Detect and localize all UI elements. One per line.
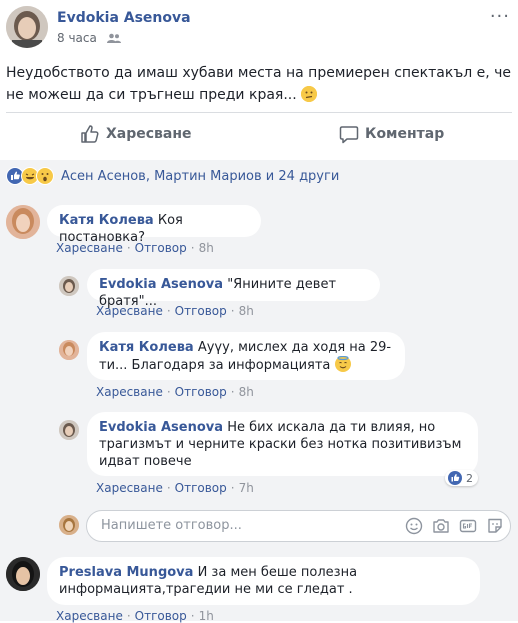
commenter-name[interactable]: Катя Колева xyxy=(59,213,154,228)
commenter-name[interactable]: Preslava Mungova xyxy=(59,565,193,580)
commenter-avatar[interactable] xyxy=(6,557,40,591)
emoji-picker-icon[interactable] xyxy=(405,517,423,535)
sticker-icon[interactable] xyxy=(486,517,504,535)
comment-time[interactable]: 8h xyxy=(199,241,214,255)
comment-bubble: Preslava Mungova И за мен беше полезна и… xyxy=(47,557,480,605)
comment-like-link[interactable]: Харесване xyxy=(56,241,123,255)
reply-bubble: Evdokia Asenova "Янините девет братя"... xyxy=(87,269,380,309)
reply-time[interactable]: 8h xyxy=(239,304,254,318)
like-count: 2 xyxy=(466,471,473,485)
reactions-summary[interactable]: Асен Асенов, Мартин Мариов и 24 други xyxy=(61,169,339,184)
disappointed-emoji-icon xyxy=(301,86,318,102)
like-count-icon xyxy=(448,471,462,485)
reply-actions: Харесване · Отговор · 8h xyxy=(96,385,254,399)
reply-actions: Харесване · Отговор · 8h xyxy=(96,304,254,318)
reply-like-link[interactable]: Харесване xyxy=(96,481,163,495)
post-time[interactable]: 8 часа xyxy=(57,31,97,45)
reply-like-link[interactable]: Харесване xyxy=(96,385,163,399)
reply-reply-link[interactable]: Отговор xyxy=(175,481,227,495)
reply-reply-link[interactable]: Отговор xyxy=(175,304,227,318)
friends-audience-icon[interactable] xyxy=(106,32,121,46)
reply-bubble: Evdokia Asenova Не бих искала да ти влия… xyxy=(87,412,478,476)
reply-author-name[interactable]: Evdokia Asenova xyxy=(99,420,223,435)
post-text: Неудобството да имаш хубави места на пре… xyxy=(6,62,511,106)
author-avatar[interactable] xyxy=(6,6,48,48)
post-author-name[interactable]: Evdokia Asenova xyxy=(57,10,191,26)
reply-input-box[interactable] xyxy=(86,510,511,542)
post-options-icon[interactable]: ··· xyxy=(490,6,510,27)
innocent-emoji-icon xyxy=(334,356,351,372)
gif-icon[interactable] xyxy=(459,517,477,535)
wow-reaction-icon xyxy=(36,167,54,185)
like-button-label: Харесване xyxy=(106,126,192,142)
reply-author-name[interactable]: Катя Колева xyxy=(99,340,194,355)
reactions-bar[interactable]: Асен Асенов, Мартин Мариов и 24 други xyxy=(6,167,339,185)
reply-avatar[interactable] xyxy=(59,420,79,440)
comment-button[interactable]: Коментар xyxy=(339,124,444,144)
comment-bubble: Катя Колева Коя постановка? xyxy=(47,205,261,245)
like-button[interactable]: Харесване xyxy=(80,124,192,144)
comment-button-label: Коментар xyxy=(365,126,445,142)
comment-actions: Харесване · Отговор · 8h xyxy=(56,241,214,255)
post-text-body: Неудобството да имаш хубави места на пре… xyxy=(6,65,512,103)
reply-time[interactable]: 7h xyxy=(239,481,254,495)
reply-avatar[interactable] xyxy=(59,276,79,296)
reply-reply-link[interactable]: Отговор xyxy=(175,385,227,399)
reply-actions: Харесване · Отговор · 7h xyxy=(96,481,254,495)
reply-author-name[interactable]: Evdokia Asenova xyxy=(99,277,223,292)
reply-like-count-badge[interactable]: 2 xyxy=(445,470,478,486)
reply-like-link[interactable]: Харесване xyxy=(96,304,163,318)
current-user-avatar xyxy=(59,515,79,535)
thumbs-up-icon xyxy=(81,125,99,143)
comment-icon xyxy=(339,126,359,144)
reply-time[interactable]: 8h xyxy=(239,385,254,399)
reply-bubble: Катя Колева Ауүу, мислех да ходя на 29-т… xyxy=(87,332,405,380)
post-meta: 8 часа xyxy=(57,31,121,46)
reply-tools xyxy=(405,517,504,535)
reply-avatar[interactable] xyxy=(59,340,79,360)
reply-input[interactable] xyxy=(99,517,373,534)
camera-icon[interactable] xyxy=(432,517,450,535)
commenter-avatar[interactable] xyxy=(6,205,40,239)
divider-top xyxy=(6,112,512,113)
comment-reply-link[interactable]: Отговор xyxy=(135,241,187,255)
